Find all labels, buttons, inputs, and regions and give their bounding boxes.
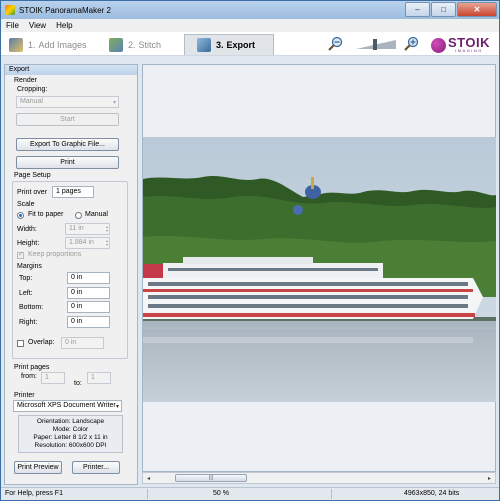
right-margin-label: Right: — [19, 319, 38, 326]
page-setup-heading: Page Setup — [14, 172, 51, 179]
tab-export[interactable]: 3. Export — [184, 34, 274, 55]
width-input[interactable]: 11 in ▴ ▾ — [65, 223, 110, 235]
zoom-slider[interactable] — [355, 38, 397, 50]
start-button[interactable]: Start — [16, 113, 119, 126]
status-separator — [147, 489, 148, 499]
from-input[interactable]: 1 — [41, 372, 65, 384]
scroll-thumb[interactable]: ||| — [175, 474, 247, 482]
scroll-right-icon[interactable]: ▸ — [484, 473, 495, 483]
height-label: Height: — [17, 240, 40, 247]
from-label: from: — [21, 373, 37, 380]
window-title: STOIK PanoramaMaker 2 — [19, 5, 111, 15]
menu-file[interactable]: File — [1, 21, 24, 30]
export-to-file-button[interactable]: Export To Graphic File... — [16, 138, 119, 151]
cropping-select[interactable]: Manual ▾ — [16, 96, 119, 108]
menu-view[interactable]: View — [24, 21, 51, 30]
stoik-logo-icon — [431, 37, 446, 53]
minimize-button[interactable]: – — [405, 2, 430, 17]
spinner-icon: ▴ ▾ — [105, 224, 108, 233]
manual-radio[interactable] — [75, 212, 82, 219]
manual-label: Manual — [85, 211, 108, 218]
horizontal-scrollbar[interactable]: ◂ ||| ▸ — [142, 472, 496, 484]
panel-header: Export — [5, 65, 137, 75]
status-help-text: For Help, press F1 — [5, 490, 63, 497]
print-pages-heading: Print pages — [14, 364, 50, 371]
status-bar: For Help, press F1 50 % 4963x850, 24 bit… — [1, 487, 499, 500]
panorama-image — [143, 137, 496, 402]
app-window: STOIK PanoramaMaker 2 – □ ✕ File View He… — [0, 0, 500, 501]
bottom-margin-label: Bottom: — [19, 304, 44, 311]
caption-buttons: – □ ✕ — [404, 2, 497, 17]
print-over-label: Print over — [17, 189, 47, 196]
printer-select[interactable]: Microsoft XPS Document Writer ▾ — [13, 400, 122, 412]
left-margin-label: Left: — [19, 290, 33, 297]
to-label: to: — [74, 380, 82, 387]
export-panel: Export Render Cropping: Manual ▾ Start E… — [4, 64, 138, 485]
chevron-down-icon: ▾ — [112, 100, 116, 106]
step-label: Export — [226, 40, 256, 50]
fit-to-paper-radio[interactable] — [17, 212, 24, 219]
step-number: 2. — [128, 39, 136, 50]
overlap-label: Overlap: — [28, 339, 55, 346]
overlap-checkbox[interactable] — [17, 340, 24, 347]
printer-heading: Printer — [14, 392, 35, 399]
spinner-icon: ▴ ▾ — [105, 238, 108, 247]
keep-proportions-label: Keep proportions — [28, 251, 82, 258]
add-images-icon — [9, 37, 23, 52]
tab-add-images[interactable]: 1. Add Images — [9, 34, 99, 55]
step-number: 1. — [28, 39, 36, 50]
left-margin-input[interactable]: 0 in — [67, 287, 110, 299]
printer-info: Orientation: Landscape Mode: Color Paper… — [18, 415, 123, 453]
overlap-input[interactable]: 0 in — [61, 337, 104, 349]
tab-stitch[interactable]: 2. Stitch — [109, 34, 181, 55]
print-button[interactable]: Print — [16, 156, 119, 169]
fit-to-paper-label: Fit to paper — [28, 211, 64, 218]
orientation-text: Orientation: Landscape — [36, 418, 105, 425]
bottom-margin-input[interactable]: 0 in — [67, 301, 110, 313]
print-over-input[interactable]: 1 pages — [52, 186, 94, 198]
close-button[interactable]: ✕ — [457, 2, 497, 17]
status-separator — [331, 489, 332, 499]
app-icon — [5, 5, 15, 15]
zoom-out-icon[interactable] — [327, 36, 343, 52]
margins-heading: Margins — [17, 263, 42, 270]
image-canvas[interactable] — [142, 64, 496, 472]
logo-name: STOIK — [448, 35, 490, 50]
chevron-down-icon: ▾ — [115, 404, 119, 410]
stitch-icon — [109, 37, 123, 52]
mode-text: Mode: Color — [52, 426, 89, 433]
width-label: Width: — [17, 226, 37, 233]
right-margin-input[interactable]: 0 in — [67, 316, 110, 328]
paper-text: Paper: Letter 8 1/2 x 11 in — [33, 434, 108, 441]
printer-value: Microsoft XPS Document Writer — [17, 402, 116, 409]
top-margin-input[interactable]: 0 in — [67, 272, 110, 284]
toolbar: 1. Add Images 2. Stitch 3. Export STOIK … — [1, 32, 499, 56]
width-value: 11 in — [69, 225, 84, 232]
step-number: 3. — [216, 40, 224, 50]
render-heading: Render — [14, 77, 37, 84]
printer-settings-button[interactable]: Printer... — [72, 461, 120, 474]
zoom-in-icon[interactable] — [403, 36, 419, 52]
print-preview-button[interactable]: Print Preview — [14, 461, 62, 474]
stoik-logo: STOIK IMAGING — [431, 36, 490, 54]
keep-proportions-checkbox[interactable] — [17, 250, 24, 259]
export-icon — [197, 38, 211, 52]
top-margin-label: Top: — [19, 275, 33, 282]
status-zoom: 50 % — [213, 490, 229, 497]
height-input[interactable]: 1.884 in ▴ ▾ — [65, 237, 110, 249]
scroll-left-icon[interactable]: ◂ — [143, 473, 154, 483]
step-label: Stitch — [138, 39, 162, 50]
title-bar: STOIK PanoramaMaker 2 – □ ✕ — [1, 1, 499, 19]
cropping-label: Cropping: — [17, 86, 48, 93]
menu-bar: File View Help — [1, 19, 499, 32]
maximize-button[interactable]: □ — [431, 2, 456, 17]
scale-heading: Scale — [17, 201, 35, 208]
height-value: 1.884 in — [69, 239, 94, 246]
cropping-value: Manual — [20, 98, 43, 105]
menu-help[interactable]: Help — [51, 21, 77, 30]
resolution-text: Resolution: 600x600 DPI — [34, 442, 107, 449]
to-input[interactable]: 1 — [87, 372, 111, 384]
status-image-info: 4963x850, 24 bits — [404, 490, 460, 497]
step-label: Add Images — [38, 39, 87, 50]
